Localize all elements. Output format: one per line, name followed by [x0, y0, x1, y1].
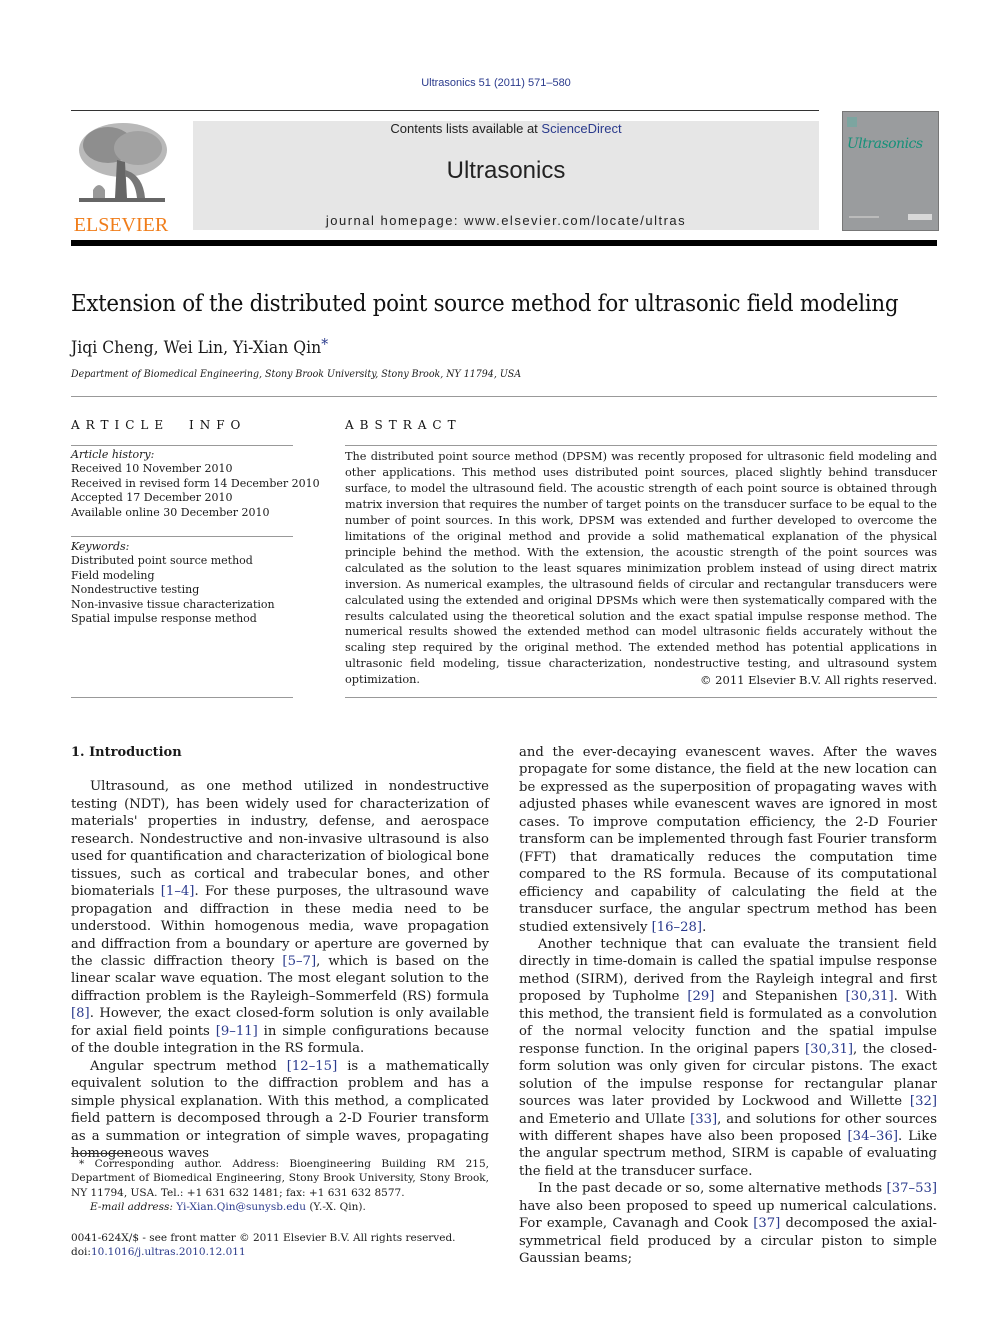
- body-text: and Stepanishen: [714, 989, 846, 1005]
- keyword: Spatial impulse response method: [71, 612, 257, 626]
- divider: [345, 445, 937, 446]
- abstract-paragraph: The distributed point source method (DPS…: [345, 450, 937, 687]
- divider: [71, 536, 293, 537]
- email-suffix: (Y.-X. Qin).: [305, 1201, 366, 1214]
- journal-citation-link[interactable]: Ultrasonics 51 (2011) 571–580: [0, 77, 992, 89]
- article-info-heading: ARTICLE INFO: [71, 418, 247, 432]
- reference-link[interactable]: [34–36]: [848, 1129, 898, 1144]
- body-text: is a mathematically equivalent solution …: [71, 1058, 489, 1161]
- issn-line: 0041-624X/$ - see front matter © 2011 El…: [71, 1232, 456, 1244]
- elsevier-wordmark: ELSEVIER: [73, 214, 169, 236]
- body-text: Angular spectrum method: [90, 1058, 287, 1074]
- corresponding-author-link[interactable]: *: [321, 335, 328, 353]
- reference-link[interactable]: [12–15]: [287, 1059, 337, 1074]
- body-paragraph: In the past decade or so, some alternati…: [519, 1180, 937, 1267]
- body-text: Ultrasound, as one method utilized in no…: [71, 779, 489, 900]
- doi-line: doi:10.1016/j.ultras.2010.12.011: [71, 1245, 456, 1259]
- authors: Jiqi Cheng, Wei Lin, Yi-Xian Qin: [71, 338, 322, 358]
- keyword: Field modeling: [71, 568, 155, 582]
- body-text: and Emeterio and Ullate: [519, 1111, 691, 1127]
- doi-link[interactable]: 10.1016/j.ultras.2010.12.011: [91, 1246, 246, 1258]
- elsevier-tree-icon: [73, 120, 169, 208]
- cover-title: Ultrasonics: [847, 136, 923, 152]
- article-history: Article history: Received 10 November 20…: [71, 448, 320, 520]
- email-line: E-mail address: Yi-Xian.Qin@sunysb.edu (…: [71, 1200, 489, 1214]
- reference-link[interactable]: [32]: [910, 1094, 937, 1109]
- affiliation: Department of Biomedical Engineering, St…: [71, 368, 522, 380]
- reference-link[interactable]: [16–28]: [652, 920, 702, 935]
- article-title: Extension of the distributed point sourc…: [71, 291, 899, 317]
- divider: [71, 396, 937, 397]
- footnote-text: * Corresponding author. Address: Bioengi…: [71, 1158, 489, 1199]
- masthead-rule: [71, 240, 937, 246]
- reference-link[interactable]: [30,31]: [846, 989, 894, 1004]
- reference-link[interactable]: [37–53]: [887, 1181, 937, 1196]
- keyword: Nondestructive testing: [71, 583, 200, 597]
- reference-link[interactable]: [33]: [690, 1112, 717, 1127]
- body-text: In the past decade or so, some alternati…: [538, 1181, 887, 1197]
- body-column-right: and the ever-decaying evanescent waves. …: [519, 744, 937, 1268]
- elsevier-logo[interactable]: ELSEVIER: [71, 120, 171, 236]
- contents-line: Contents lists available at ScienceDirec…: [193, 121, 819, 136]
- reference-link[interactable]: [8]: [71, 1006, 90, 1021]
- body-paragraph: Ultrasound, as one method utilized in no…: [71, 778, 489, 1057]
- doi-prefix: doi:: [71, 1246, 91, 1259]
- journal-homepage[interactable]: journal homepage: www.elsevier.com/locat…: [193, 213, 819, 228]
- divider: [71, 445, 293, 446]
- history-item: Accepted 17 December 2010: [71, 491, 233, 505]
- cover-elsevier-icon: [847, 117, 857, 127]
- reference-link[interactable]: [5–7]: [282, 954, 316, 969]
- contents-prefix: Contents lists available at: [390, 121, 542, 136]
- history-item: Available online 30 December 2010: [71, 505, 270, 519]
- keyword: Non-invasive tissue characterization: [71, 597, 275, 611]
- reference-link[interactable]: [1–4]: [161, 884, 195, 899]
- body-text: and the ever-decaying evanescent waves. …: [519, 745, 937, 935]
- section-heading: 1. Introduction: [71, 745, 182, 760]
- divider: [345, 697, 937, 698]
- header-rule: [71, 110, 819, 111]
- author-email-link[interactable]: Yi-Xian.Qin@sunysb.edu: [176, 1201, 306, 1213]
- divider: [71, 697, 293, 698]
- journal-cover-thumbnail[interactable]: Ultrasonics: [842, 111, 939, 231]
- email-label: E-mail address:: [90, 1201, 177, 1214]
- history-item: Received 10 November 2010: [71, 462, 233, 476]
- abstract-text: The distributed point source method (DPS…: [345, 449, 937, 688]
- keyword: Distributed point source method: [71, 554, 253, 568]
- left-column-paragraphs: Ultrasound, as one method utilized in no…: [71, 778, 489, 1162]
- body-paragraph: and the ever-decaying evanescent waves. …: [519, 744, 937, 936]
- right-column-paragraphs: and the ever-decaying evanescent waves. …: [519, 744, 937, 1268]
- reference-link[interactable]: [30,31]: [805, 1042, 853, 1057]
- abstract-heading: ABSTRACT: [345, 418, 462, 432]
- author-list: Jiqi Cheng, Wei Lin, Yi-Xian Qin*: [71, 335, 328, 358]
- reference-link[interactable]: [37]: [753, 1216, 780, 1231]
- body-column-left: 1. Introduction Ultrasound, as one metho…: [71, 744, 489, 1162]
- issn-doi-block: 0041-624X/$ - see front matter © 2011 El…: [71, 1231, 456, 1260]
- cover-footer-line: [849, 216, 879, 218]
- reference-link[interactable]: [9–11]: [216, 1024, 258, 1039]
- journal-title: Ultrasonics: [446, 157, 566, 184]
- history-item: Received in revised form 14 December 201…: [71, 476, 320, 490]
- cover-sciencedirect-icon: [908, 214, 932, 220]
- keywords: Keywords: Distributed point source metho…: [71, 540, 275, 626]
- journal-masthead: Contents lists available at ScienceDirec…: [193, 121, 819, 230]
- keywords-label: Keywords:: [71, 540, 130, 553]
- corresponding-author-footnote: * Corresponding author. Address: Bioengi…: [71, 1157, 489, 1215]
- body-text: .: [702, 919, 707, 935]
- body-paragraph: Another technique that can evaluate the …: [519, 936, 937, 1180]
- abstract-copyright: © 2011 Elsevier B.V. All rights reserved…: [700, 673, 937, 687]
- sciencedirect-link[interactable]: ScienceDirect: [541, 121, 621, 136]
- footnote-rule: [71, 1153, 131, 1154]
- body-paragraph: Angular spectrum method [12–15] is a mat…: [71, 1058, 489, 1163]
- reference-link[interactable]: [29]: [687, 989, 714, 1004]
- history-label: Article history:: [71, 448, 155, 461]
